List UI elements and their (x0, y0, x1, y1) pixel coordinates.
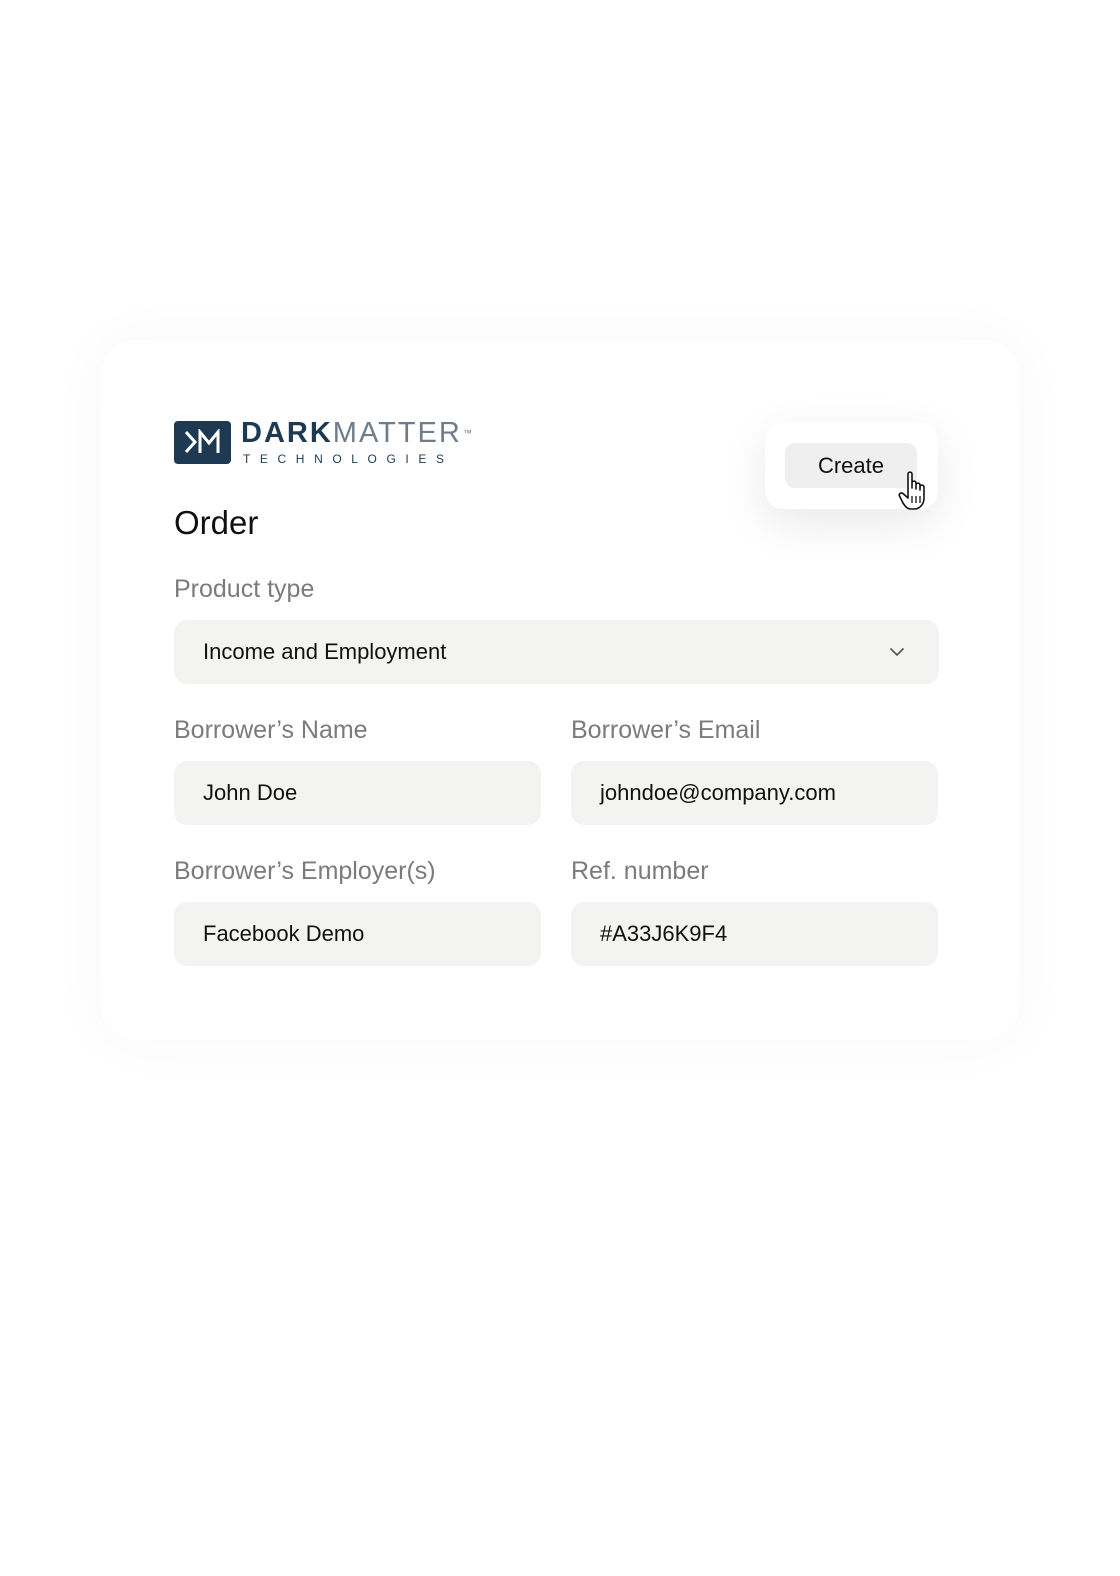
borrower-employer-value: Facebook Demo (203, 921, 365, 946)
page-title: Order (174, 504, 259, 541)
product-type-value: Income and Employment (203, 639, 447, 664)
chevron-down-icon (889, 647, 905, 657)
ref-number-value: #A33J6K9F4 (600, 921, 728, 946)
borrower-name-field[interactable]: John Doe (174, 761, 541, 825)
borrower-email-value: johndoe@company.com (600, 780, 836, 805)
borrower-employer-label: Borrower’s Employer(s) (174, 857, 436, 885)
borrower-email-label: Borrower’s Email (571, 716, 761, 744)
hand-pointer-icon (898, 471, 925, 510)
ref-number-field[interactable]: #A33J6K9F4 (571, 902, 938, 966)
borrower-name-label: Borrower’s Name (174, 716, 368, 744)
company-logo: DARKMATTER™ TECHNOLOGIES (174, 418, 474, 466)
borrower-employer-field[interactable]: Facebook Demo (174, 902, 541, 966)
logo-subtitle: TECHNOLOGIES (243, 452, 454, 466)
dm-logo-icon (174, 420, 231, 464)
borrower-email-field[interactable]: johndoe@company.com (571, 761, 938, 825)
product-type-select[interactable]: Income and Employment (174, 620, 939, 684)
ref-number-label: Ref. number (571, 857, 709, 885)
logo-wordmark: DARKMATTER™ (241, 417, 474, 449)
borrower-name-value: John Doe (203, 780, 298, 805)
product-type-label: Product type (174, 575, 315, 603)
